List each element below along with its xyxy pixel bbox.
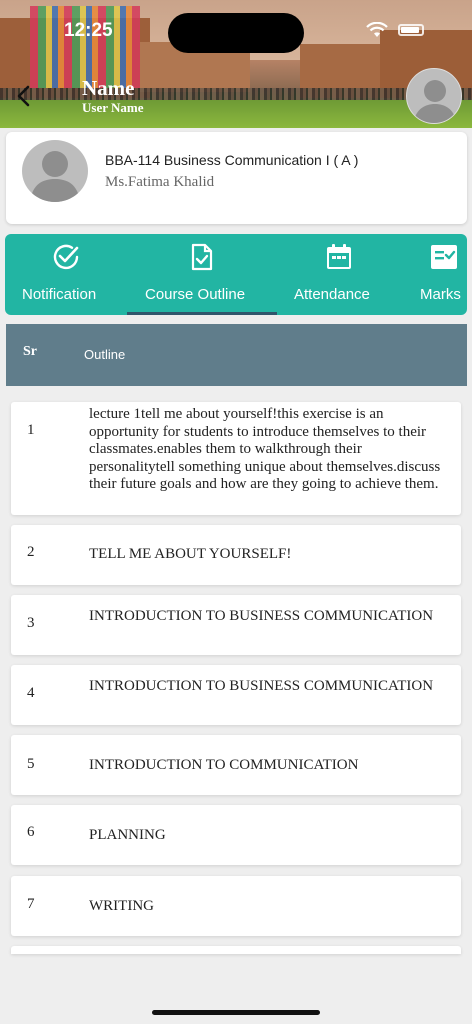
column-header-sr: Sr (23, 344, 37, 359)
table-row[interactable]: 1 lecture 1tell me about yourself!this e… (11, 402, 461, 515)
table-row[interactable]: 3 INTRODUCTION TO BUSINESS COMMUNICATION (11, 595, 461, 655)
row-outline: INTRODUCTION TO BUSINESS COMMUNICATION (89, 608, 434, 624)
row-outline: PLANNING (89, 827, 166, 843)
wifi-icon (366, 22, 388, 37)
row-outline: INTRODUCTION TO BUSINESS COMMUNICATION (89, 678, 434, 694)
tab-label: Attendance (294, 286, 370, 303)
back-icon[interactable] (14, 84, 34, 108)
tab-attendance[interactable]: Attendance (277, 234, 407, 315)
row-sr: 2 (27, 544, 35, 560)
active-tab-indicator (127, 312, 277, 315)
dynamic-island (168, 13, 304, 53)
header-name: Name (82, 76, 135, 100)
row-outline: WRITING (89, 898, 154, 914)
person-icon (30, 151, 80, 202)
banner-grass (0, 100, 472, 128)
table-row[interactable]: 4 INTRODUCTION TO BUSINESS COMMUNICATION (11, 665, 461, 725)
status-time: 12:25 (64, 20, 113, 41)
tab-marks[interactable]: Marks (407, 234, 467, 315)
tab-notification[interactable]: Notification (5, 234, 127, 315)
row-sr: 4 (27, 685, 35, 701)
battery-icon (398, 24, 424, 36)
row-sr: 3 (27, 615, 35, 631)
avatar[interactable] (406, 68, 462, 124)
row-outline: INTRODUCTION TO COMMUNICATION (89, 757, 359, 773)
tab-label: Marks (420, 286, 461, 303)
row-outline: TELL ME ABOUT YOURSELF! (89, 546, 292, 562)
column-header-outline: Outline (84, 347, 126, 362)
tab-course-outline[interactable]: Course Outline (127, 234, 277, 315)
tab-label: Course Outline (145, 286, 246, 303)
table-header: Sr Outline (6, 324, 467, 386)
tab-label: Notification (22, 286, 97, 303)
row-sr: 7 (27, 896, 35, 912)
row-sr: 6 (27, 824, 35, 840)
table-row[interactable]: 2 TELL ME ABOUT YOURSELF! (11, 525, 461, 585)
check-circle-icon (53, 244, 79, 270)
course-card: BBA-114 Business Communication I ( A ) M… (6, 132, 467, 224)
course-title: BBA-114 Business Communication I ( A ) (105, 152, 359, 168)
calendar-icon (327, 244, 351, 269)
table-row[interactable] (11, 946, 461, 954)
tab-bar: Notification Course Outline Attendance M… (5, 234, 467, 315)
checklist-icon (431, 245, 457, 269)
row-sr: 5 (27, 756, 35, 772)
teacher-avatar (22, 140, 88, 202)
header-user-name: User Name (82, 100, 144, 115)
home-indicator[interactable] (152, 1010, 320, 1015)
table-row[interactable]: 7 WRITING (11, 876, 461, 936)
person-icon (413, 80, 457, 123)
document-check-icon (191, 243, 213, 271)
row-outline: lecture 1tell me about yourself!this exe… (89, 406, 441, 493)
teacher-name: Ms.Fatima Khalid (105, 174, 215, 190)
row-sr: 1 (27, 422, 35, 438)
table-row[interactable]: 6 PLANNING (11, 805, 461, 865)
table-row[interactable]: 5 INTRODUCTION TO COMMUNICATION (11, 735, 461, 795)
